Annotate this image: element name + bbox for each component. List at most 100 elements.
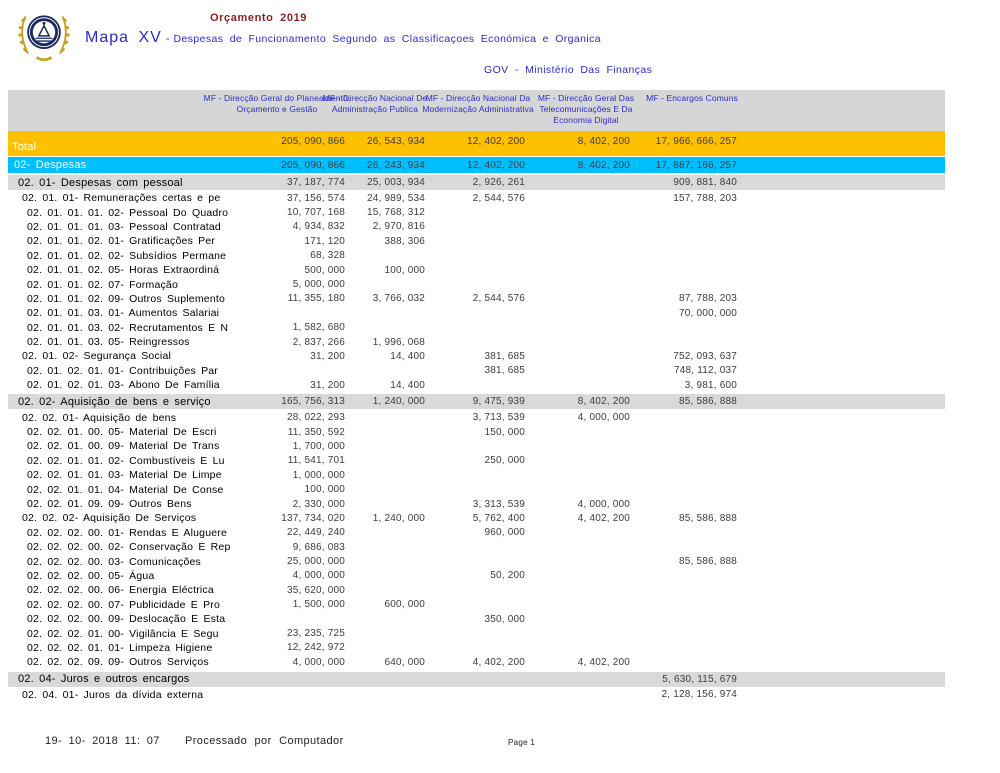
table-row: 02. 02. 02. 01. 01- Limpeza Higiene 12, 2… [8, 641, 945, 655]
row-value: 500, 000 [304, 264, 345, 276]
row-value: 137, 734, 020 [281, 512, 345, 524]
row-label: 02. 02. 01. 01. 03- Material De Limpe [27, 469, 222, 482]
column-header-encargos-comuns: MF - Encargos Comuns [646, 93, 738, 103]
row-label: 02. 02. 01. 09. 09- Outros Bens [27, 498, 192, 510]
row-label: 02. 04. 01- Juros da dívida externa [22, 688, 204, 701]
expenses-table: MF - Direcção Geral do Planeamento, Orça… [8, 90, 945, 702]
row-value: 1, 700, 000 [292, 440, 345, 452]
row-value: 9, 475, 939 [472, 396, 525, 408]
row-value: 1, 240, 000 [372, 396, 425, 408]
row-value: 205, 090, 866 [281, 159, 345, 171]
row-label: 02. 02. 02. 00. 03- Comunicações [27, 555, 201, 568]
row-value: 17, 887, 166, 257 [655, 159, 737, 171]
row-label: 02. 02. 02. 00. 09- Deslocação E Esta [27, 613, 226, 626]
row-value: 25, 000, 000 [286, 556, 345, 568]
table-row: 02. 02. 01. 09. 09- Outros Bens 2, 330, 0… [8, 497, 945, 511]
row-value: 4, 000, 000 [292, 656, 345, 668]
row-label: 02. 01. 01. 02. 05- Horas Extraordiná [27, 264, 220, 277]
table-row: 02. 02. 02- Aquisição De Serviços 137, 73… [8, 511, 945, 525]
row-value: 12, 402, 200 [466, 136, 525, 147]
row-value: 28, 022, 293 [286, 412, 345, 424]
row-value: 8, 402, 200 [577, 159, 630, 171]
row-value: 3, 313, 539 [472, 498, 525, 510]
row-value: 25, 003, 934 [366, 177, 425, 188]
row-value: 600, 000 [384, 599, 425, 611]
row-label: 02. 02. 02. 00. 06- Energia Eléctrica [27, 584, 214, 597]
row-label: 02. 02. 02- Aquisição De Serviços [22, 512, 197, 525]
table-row: 02. 01. 01- Remunerações certas e pe 37, … [8, 191, 945, 205]
row-label: 02. 04- Juros e outros encargos [18, 673, 190, 685]
table-row: 02. 02. 01. 01. 02- Combustíveis E Lu 11,… [8, 454, 945, 468]
row-value: 4, 402, 200 [577, 656, 630, 668]
table-row: 02. 02. 02. 00. 03- Comunicações 25, 000,… [8, 554, 945, 568]
row-value: 4, 000, 000 [577, 498, 630, 510]
map-title-line: Mapa XV - Despesas de Funcionamento Segund… [85, 29, 601, 47]
row-value: 960, 000 [484, 527, 525, 539]
table-row: 02. 02. 02. 00. 09- Deslocação E Esta 350… [8, 612, 945, 626]
row-label: 02. 02. 02. 09. 09- Outros Serviços [27, 656, 209, 669]
row-value: 12, 242, 972 [286, 642, 345, 654]
row-value: 26, 243, 934 [366, 159, 425, 171]
table-row: Total 205, 090, 866 26, 543, 934 12, 402, 2… [8, 131, 945, 156]
table-row: 02. 01. 01. 02. 05- Horas Extraordiná 500… [8, 263, 945, 277]
row-value: 87, 788, 203 [678, 293, 737, 305]
row-value: 171, 120 [304, 235, 345, 247]
row-value: 381, 685 [484, 365, 525, 377]
row-label: 02. 02. 02. 01. 01- Limpeza Higiene [27, 641, 213, 654]
row-value: 157, 788, 203 [673, 192, 737, 204]
row-value: 4, 402, 200 [472, 656, 525, 668]
row-value: 250, 000 [484, 455, 525, 467]
row-label: 02. 01. 01. 02. 07- Formação [27, 278, 179, 291]
row-value: 100, 000 [384, 264, 425, 276]
footer-datetime: 19- 10- 2018 11: 07 [45, 735, 160, 747]
table-row: 02. 02. 02. 00. 02- Conservação E Rep 9, … [8, 540, 945, 554]
row-label: 02. 02. 02. 01. 00- Vigilância E Segu [27, 627, 219, 640]
row-value: 85, 586, 888 [678, 512, 737, 524]
row-label: 02. 02. 02. 00. 02- Conservação E Rep [27, 541, 231, 554]
row-value: 752, 093, 637 [673, 350, 737, 362]
map-code: Mapa XV [85, 29, 162, 46]
row-label: 02. 02. 01- Aquisição de bens [22, 411, 177, 424]
row-value: 85, 586, 888 [678, 396, 737, 408]
row-label: 02. 02. 02. 00. 07- Publicidade E Pro [27, 598, 221, 611]
row-value: 23, 235, 725 [286, 628, 345, 640]
table-row: 02. 01. 01. 02. 07- Formação 5, 000, 000 [8, 277, 945, 291]
table-row: 02. 01- Despesas com pessoal 37, 187, 774… [8, 175, 945, 190]
row-label: 02. 01- Despesas com pessoal [18, 176, 183, 189]
row-value: 12, 402, 200 [466, 159, 525, 171]
row-label: 02. 02. 01. 01. 04- Material De Conse [27, 483, 224, 496]
table-row: 02. 01. 01. 03. 01- Aumentos Salariai 70,… [8, 306, 945, 320]
row-value: 31, 200 [310, 379, 345, 391]
table-row: 02. 01. 02. 01. 03- Abono De Família 31, … [8, 378, 945, 392]
table-row: 02. 04. 01- Juros da dívida externa 2, 12… [8, 688, 945, 702]
row-value: 381, 685 [484, 350, 525, 362]
table-row: 02. 01. 01. 03. 02- Recrutamentos E N 1, … [8, 321, 945, 335]
table-row: 02. 02. 02. 00. 01- Rendas E Aluguere 22,… [8, 526, 945, 540]
row-value: 4, 000, 000 [577, 412, 630, 424]
row-value: 2, 544, 576 [472, 293, 525, 305]
report-page: Orçamento 2019 Mapa XV - Despesas de Funci… [0, 0, 1000, 773]
row-value: 3, 766, 032 [372, 293, 425, 305]
row-label: 02. 01. 02. 01. 03- Abono De Família [27, 379, 220, 392]
row-value: 1, 000, 000 [292, 469, 345, 481]
row-label: 02. 02. 01. 01. 02- Combustíveis E Lu [27, 454, 225, 467]
table-row: 02. 02. 01. 01. 04- Material De Conse 100… [8, 482, 945, 496]
row-value: 640, 000 [384, 656, 425, 668]
row-value: 2, 970, 816 [372, 221, 425, 233]
table-row: 02. 02. 01. 01. 03- Material De Limpe 1, … [8, 468, 945, 482]
table-row: 02. 04- Juros e outros encargos 5, 630, 1… [8, 671, 945, 687]
footer-processed-by: Processado por Computador [185, 735, 344, 747]
row-value: 165, 756, 313 [281, 396, 345, 408]
row-value: 3, 713, 539 [472, 412, 525, 424]
table-row: 02. 01. 01. 01. 03- Pessoal Contratad 4, … [8, 220, 945, 234]
row-value: 1, 500, 000 [292, 599, 345, 611]
row-value: 205, 090, 866 [281, 136, 345, 147]
row-value: 2, 330, 000 [292, 498, 345, 510]
table-header-band: MF - Direcção Geral do Planeamento, Orça… [8, 90, 945, 131]
table-row: 02. 02. 02. 01. 00- Vigilância E Segu 23,… [8, 626, 945, 640]
row-value: 50, 200 [490, 570, 525, 582]
row-value: 14, 400 [390, 379, 425, 391]
row-label: 02. 02. 02. 00. 05- Água [27, 569, 155, 582]
ministry-title: GOV - Ministério Das Finanças [484, 64, 653, 76]
row-value: 388, 306 [384, 235, 425, 247]
